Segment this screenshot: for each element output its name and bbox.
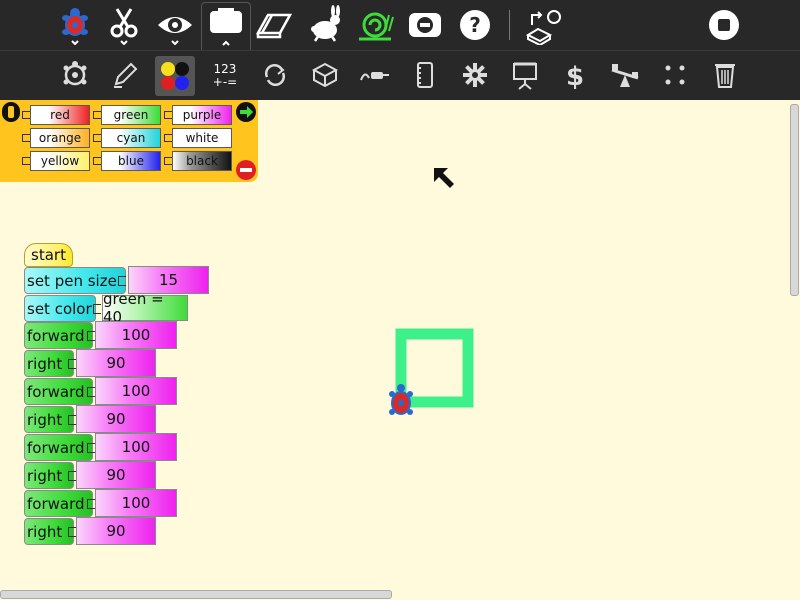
set-pen-size-label: set pen size	[27, 271, 117, 290]
palette-color-white[interactable]: white	[172, 128, 232, 148]
block-socket	[87, 499, 95, 509]
palette-color-yellow[interactable]: yellow	[30, 151, 90, 171]
palette-color-label: orange	[38, 131, 82, 145]
block-socket	[93, 304, 101, 314]
palette-close-icon[interactable]	[236, 160, 256, 180]
block-socket	[87, 331, 95, 341]
palette-color-label: black	[186, 154, 218, 168]
right-value[interactable]: 90	[76, 405, 156, 433]
forward-block-label: forward	[27, 382, 85, 401]
palette-next-icon[interactable]	[236, 102, 256, 122]
right-block-label: right	[27, 410, 63, 429]
forward-block[interactable]: forward	[24, 490, 93, 517]
pen-size-value-label: 15	[158, 271, 179, 289]
forward-value[interactable]: 100	[95, 377, 177, 405]
palette-color-label: red	[50, 108, 70, 122]
right-block[interactable]: right	[24, 406, 74, 433]
palette-color-label: purple	[182, 108, 222, 122]
turtle-sprite[interactable]	[389, 384, 413, 415]
color-value[interactable]: green = 40	[102, 290, 188, 326]
right-value-label: 90	[106, 522, 126, 540]
block-socket	[118, 276, 126, 286]
palette-color-label: cyan	[116, 131, 146, 145]
mouse-cursor-icon	[434, 168, 454, 188]
forward-value-label: 100	[121, 438, 151, 456]
forward-value[interactable]: 100	[95, 321, 177, 349]
right-block[interactable]: right	[24, 350, 74, 377]
forward-block[interactable]: forward	[24, 322, 93, 349]
start-block[interactable]: start	[24, 243, 73, 267]
right-block-label: right	[27, 522, 63, 541]
right-block-label: right	[27, 466, 63, 485]
forward-value-label: 100	[121, 326, 151, 344]
block-socket	[68, 471, 76, 481]
right-value-label: 90	[106, 354, 126, 372]
forward-value[interactable]: 100	[95, 489, 177, 517]
block-socket	[68, 359, 76, 369]
right-block-label: right	[27, 354, 63, 373]
palette-color-green[interactable]: green	[101, 105, 161, 125]
palette-color-blue[interactable]: blue	[101, 151, 161, 171]
block-socket	[68, 415, 76, 425]
palette-color-black[interactable]: black	[172, 151, 232, 171]
right-value[interactable]: 90	[76, 461, 156, 489]
forward-value[interactable]: 100	[95, 433, 177, 461]
right-value[interactable]: 90	[76, 517, 156, 545]
block-socket	[87, 387, 95, 397]
block-socket	[87, 443, 95, 453]
block-socket	[68, 527, 76, 537]
forward-value-label: 100	[121, 382, 151, 400]
palette-color-label: green	[113, 108, 149, 122]
right-value[interactable]: 90	[76, 349, 156, 377]
forward-block-label: forward	[27, 326, 85, 345]
palette-color-label: white	[185, 131, 219, 145]
forward-block-label: forward	[27, 438, 85, 457]
set-color-block[interactable]: set color	[24, 295, 96, 322]
palette-color-label: yellow	[40, 154, 80, 168]
palette-color-purple[interactable]: purple	[172, 105, 232, 125]
right-value-label: 90	[106, 410, 126, 428]
palette-color-cyan[interactable]: cyan	[101, 128, 161, 148]
horizontal-scrollbar[interactable]	[0, 590, 392, 599]
color-palette: red green purple orange cyan white yellow blue b…	[0, 100, 258, 182]
forward-block-label: forward	[27, 494, 85, 513]
palette-color-red[interactable]: red	[30, 105, 90, 125]
vertical-scrollbar[interactable]	[790, 104, 799, 296]
right-block[interactable]: right	[24, 462, 74, 489]
forward-value-label: 100	[121, 494, 151, 512]
palette-orientation-icon[interactable]	[2, 102, 20, 122]
palette-color-label: blue	[118, 154, 144, 168]
right-value-label: 90	[106, 466, 126, 484]
start-block-label: start	[31, 246, 66, 264]
right-block[interactable]: right	[24, 518, 74, 545]
forward-block[interactable]: forward	[24, 378, 93, 405]
forward-block[interactable]: forward	[24, 434, 93, 461]
set-color-label: set color	[27, 299, 92, 318]
palette-color-orange[interactable]: orange	[30, 128, 90, 148]
